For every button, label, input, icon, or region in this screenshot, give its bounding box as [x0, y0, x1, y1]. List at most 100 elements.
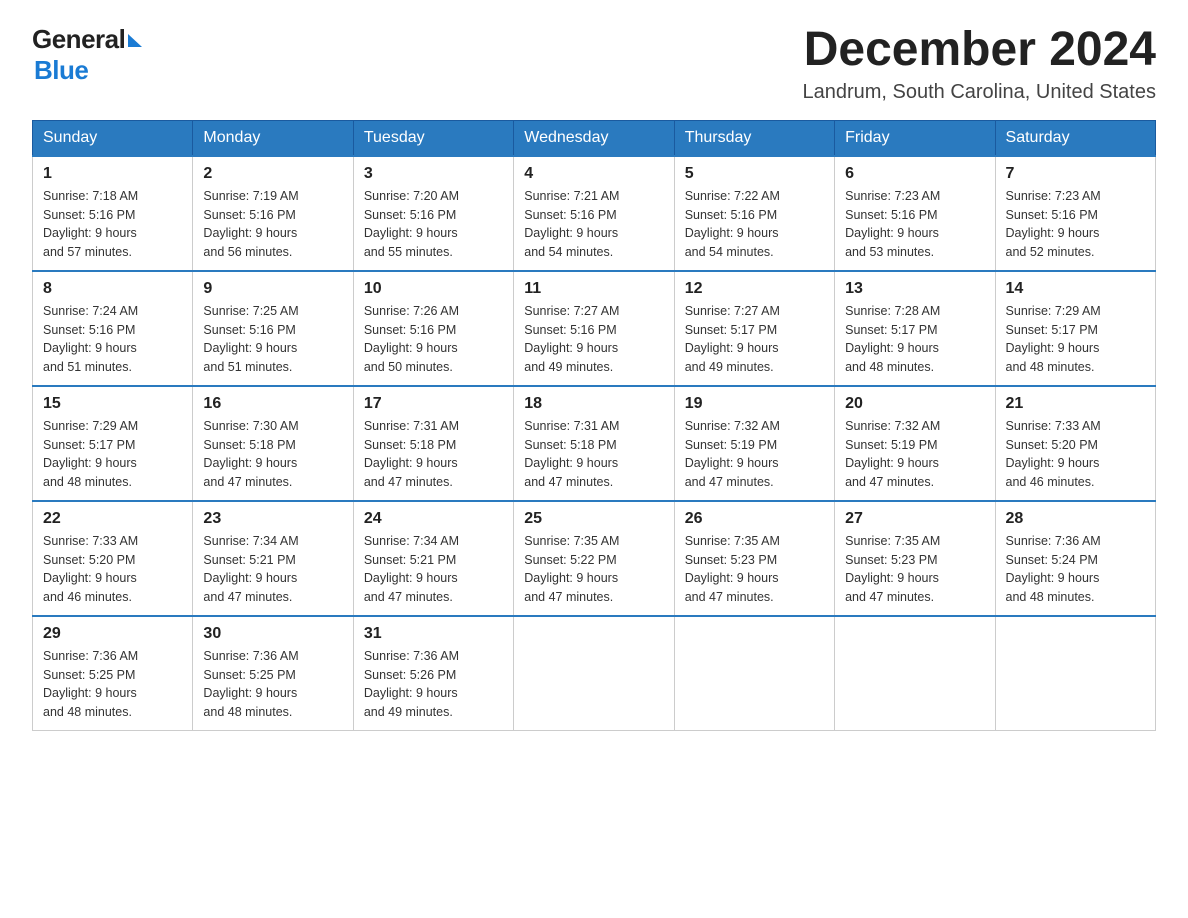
logo-arrow-icon — [128, 34, 142, 47]
day-number: 20 — [845, 395, 984, 413]
calendar-cell — [835, 616, 995, 731]
day-number: 28 — [1006, 510, 1145, 528]
calendar-cell: 5 Sunrise: 7:22 AMSunset: 5:16 PMDaylight… — [674, 156, 834, 271]
calendar-cell: 27 Sunrise: 7:35 AMSunset: 5:23 PMDayligh… — [835, 501, 995, 616]
calendar-cell: 18 Sunrise: 7:31 AMSunset: 5:18 PMDayligh… — [514, 386, 674, 501]
month-title: December 2024 — [802, 24, 1156, 77]
calendar-cell: 31Sunrise: 7:36 AMSunset: 5:26 PMDayligh… — [353, 616, 513, 731]
calendar-cell: 3 Sunrise: 7:20 AMSunset: 5:16 PMDaylight… — [353, 156, 513, 271]
calendar-cell: 25 Sunrise: 7:35 AMSunset: 5:22 PMDayligh… — [514, 501, 674, 616]
day-number: 1 — [43, 165, 182, 183]
day-number: 9 — [203, 280, 342, 298]
day-number: 23 — [203, 510, 342, 528]
calendar-cell: 6Sunrise: 7:23 AMSunset: 5:16 PMDaylight… — [835, 156, 995, 271]
day-info: Sunrise: 7:33 AMSunset: 5:20 PMDaylight:… — [43, 532, 182, 607]
logo: General Blue — [32, 24, 142, 86]
day-info: Sunrise: 7:36 AMSunset: 5:26 PMDaylight:… — [364, 647, 503, 722]
calendar-cell — [995, 616, 1155, 731]
day-number: 6 — [845, 165, 984, 183]
day-number: 3 — [364, 165, 503, 183]
calendar-cell: 11 Sunrise: 7:27 AMSunset: 5:16 PMDayligh… — [514, 271, 674, 386]
calendar-cell: 14Sunrise: 7:29 AMSunset: 5:17 PMDayligh… — [995, 271, 1155, 386]
day-header-monday: Monday — [193, 120, 353, 156]
day-info: Sunrise: 7:18 AMSunset: 5:16 PMDaylight:… — [43, 187, 182, 262]
calendar-week-row: 1 Sunrise: 7:18 AMSunset: 5:16 PMDaylight… — [33, 156, 1156, 271]
day-info: Sunrise: 7:24 AMSunset: 5:16 PMDaylight:… — [43, 302, 182, 377]
calendar-cell: 26 Sunrise: 7:35 AMSunset: 5:23 PMDayligh… — [674, 501, 834, 616]
day-info: Sunrise: 7:36 AMSunset: 5:25 PMDaylight:… — [43, 647, 182, 722]
day-number: 5 — [685, 165, 824, 183]
day-number: 12 — [685, 280, 824, 298]
day-number: 15 — [43, 395, 182, 413]
day-info: Sunrise: 7:27 AMSunset: 5:16 PMDaylight:… — [524, 302, 663, 377]
calendar-cell: 23 Sunrise: 7:34 AMSunset: 5:21 PMDayligh… — [193, 501, 353, 616]
calendar-week-row: 29 Sunrise: 7:36 AMSunset: 5:25 PMDayligh… — [33, 616, 1156, 731]
title-section: December 2024 Landrum, South Carolina, U… — [802, 24, 1156, 104]
calendar-cell: 30 Sunrise: 7:36 AMSunset: 5:25 PMDayligh… — [193, 616, 353, 731]
day-info: Sunrise: 7:20 AMSunset: 5:16 PMDaylight:… — [364, 187, 503, 262]
day-info: Sunrise: 7:27 AMSunset: 5:17 PMDaylight:… — [685, 302, 824, 377]
day-header-sunday: Sunday — [33, 120, 193, 156]
calendar-cell: 1 Sunrise: 7:18 AMSunset: 5:16 PMDaylight… — [33, 156, 193, 271]
day-info: Sunrise: 7:25 AMSunset: 5:16 PMDaylight:… — [203, 302, 342, 377]
day-number: 21 — [1006, 395, 1145, 413]
calendar-cell: 28 Sunrise: 7:36 AMSunset: 5:24 PMDayligh… — [995, 501, 1155, 616]
day-header-friday: Friday — [835, 120, 995, 156]
day-header-tuesday: Tuesday — [353, 120, 513, 156]
calendar-cell: 13 Sunrise: 7:28 AMSunset: 5:17 PMDayligh… — [835, 271, 995, 386]
day-info: Sunrise: 7:34 AMSunset: 5:21 PMDaylight:… — [203, 532, 342, 607]
calendar-week-row: 8 Sunrise: 7:24 AMSunset: 5:16 PMDaylight… — [33, 271, 1156, 386]
calendar-week-row: 22 Sunrise: 7:33 AMSunset: 5:20 PMDayligh… — [33, 501, 1156, 616]
calendar-cell: 2Sunrise: 7:19 AMSunset: 5:16 PMDaylight… — [193, 156, 353, 271]
calendar-table: SundayMondayTuesdayWednesdayThursdayFrid… — [32, 120, 1156, 731]
day-number: 16 — [203, 395, 342, 413]
day-number: 8 — [43, 280, 182, 298]
day-info: Sunrise: 7:36 AMSunset: 5:24 PMDaylight:… — [1006, 532, 1145, 607]
calendar-cell: 21 Sunrise: 7:33 AMSunset: 5:20 PMDayligh… — [995, 386, 1155, 501]
day-info: Sunrise: 7:21 AMSunset: 5:16 PMDaylight:… — [524, 187, 663, 262]
day-number: 29 — [43, 625, 182, 643]
day-info: Sunrise: 7:32 AMSunset: 5:19 PMDaylight:… — [685, 417, 824, 492]
day-info: Sunrise: 7:30 AMSunset: 5:18 PMDaylight:… — [203, 417, 342, 492]
day-info: Sunrise: 7:31 AMSunset: 5:18 PMDaylight:… — [524, 417, 663, 492]
calendar-cell — [674, 616, 834, 731]
day-info: Sunrise: 7:35 AMSunset: 5:23 PMDaylight:… — [685, 532, 824, 607]
calendar-cell: 20Sunrise: 7:32 AMSunset: 5:19 PMDayligh… — [835, 386, 995, 501]
days-header-row: SundayMondayTuesdayWednesdayThursdayFrid… — [33, 120, 1156, 156]
day-number: 26 — [685, 510, 824, 528]
calendar-cell: 22 Sunrise: 7:33 AMSunset: 5:20 PMDayligh… — [33, 501, 193, 616]
day-header-saturday: Saturday — [995, 120, 1155, 156]
day-number: 13 — [845, 280, 984, 298]
day-info: Sunrise: 7:22 AMSunset: 5:16 PMDaylight:… — [685, 187, 824, 262]
calendar-cell: 19Sunrise: 7:32 AMSunset: 5:19 PMDayligh… — [674, 386, 834, 501]
day-info: Sunrise: 7:29 AMSunset: 5:17 PMDaylight:… — [43, 417, 182, 492]
calendar-week-row: 15 Sunrise: 7:29 AMSunset: 5:17 PMDayligh… — [33, 386, 1156, 501]
page-header: General Blue December 2024 Landrum, Sout… — [32, 24, 1156, 104]
location-subtitle: Landrum, South Carolina, United States — [802, 81, 1156, 104]
day-info: Sunrise: 7:35 AMSunset: 5:22 PMDaylight:… — [524, 532, 663, 607]
day-info: Sunrise: 7:31 AMSunset: 5:18 PMDaylight:… — [364, 417, 503, 492]
day-header-thursday: Thursday — [674, 120, 834, 156]
calendar-cell: 15 Sunrise: 7:29 AMSunset: 5:17 PMDayligh… — [33, 386, 193, 501]
day-number: 27 — [845, 510, 984, 528]
day-number: 18 — [524, 395, 663, 413]
day-number: 30 — [203, 625, 342, 643]
day-number: 25 — [524, 510, 663, 528]
day-number: 17 — [364, 395, 503, 413]
day-number: 7 — [1006, 165, 1145, 183]
day-info: Sunrise: 7:33 AMSunset: 5:20 PMDaylight:… — [1006, 417, 1145, 492]
calendar-cell: 16 Sunrise: 7:30 AMSunset: 5:18 PMDayligh… — [193, 386, 353, 501]
calendar-cell: 9 Sunrise: 7:25 AMSunset: 5:16 PMDaylight… — [193, 271, 353, 386]
calendar-cell: 7Sunrise: 7:23 AMSunset: 5:16 PMDaylight… — [995, 156, 1155, 271]
logo-general-text: General — [32, 24, 125, 55]
day-number: 11 — [524, 280, 663, 298]
day-number: 22 — [43, 510, 182, 528]
calendar-cell: 4 Sunrise: 7:21 AMSunset: 5:16 PMDaylight… — [514, 156, 674, 271]
logo-blue-text: Blue — [34, 55, 88, 86]
day-info: Sunrise: 7:28 AMSunset: 5:17 PMDaylight:… — [845, 302, 984, 377]
day-number: 24 — [364, 510, 503, 528]
day-info: Sunrise: 7:35 AMSunset: 5:23 PMDaylight:… — [845, 532, 984, 607]
day-info: Sunrise: 7:36 AMSunset: 5:25 PMDaylight:… — [203, 647, 342, 722]
day-number: 4 — [524, 165, 663, 183]
calendar-cell: 10Sunrise: 7:26 AMSunset: 5:16 PMDayligh… — [353, 271, 513, 386]
